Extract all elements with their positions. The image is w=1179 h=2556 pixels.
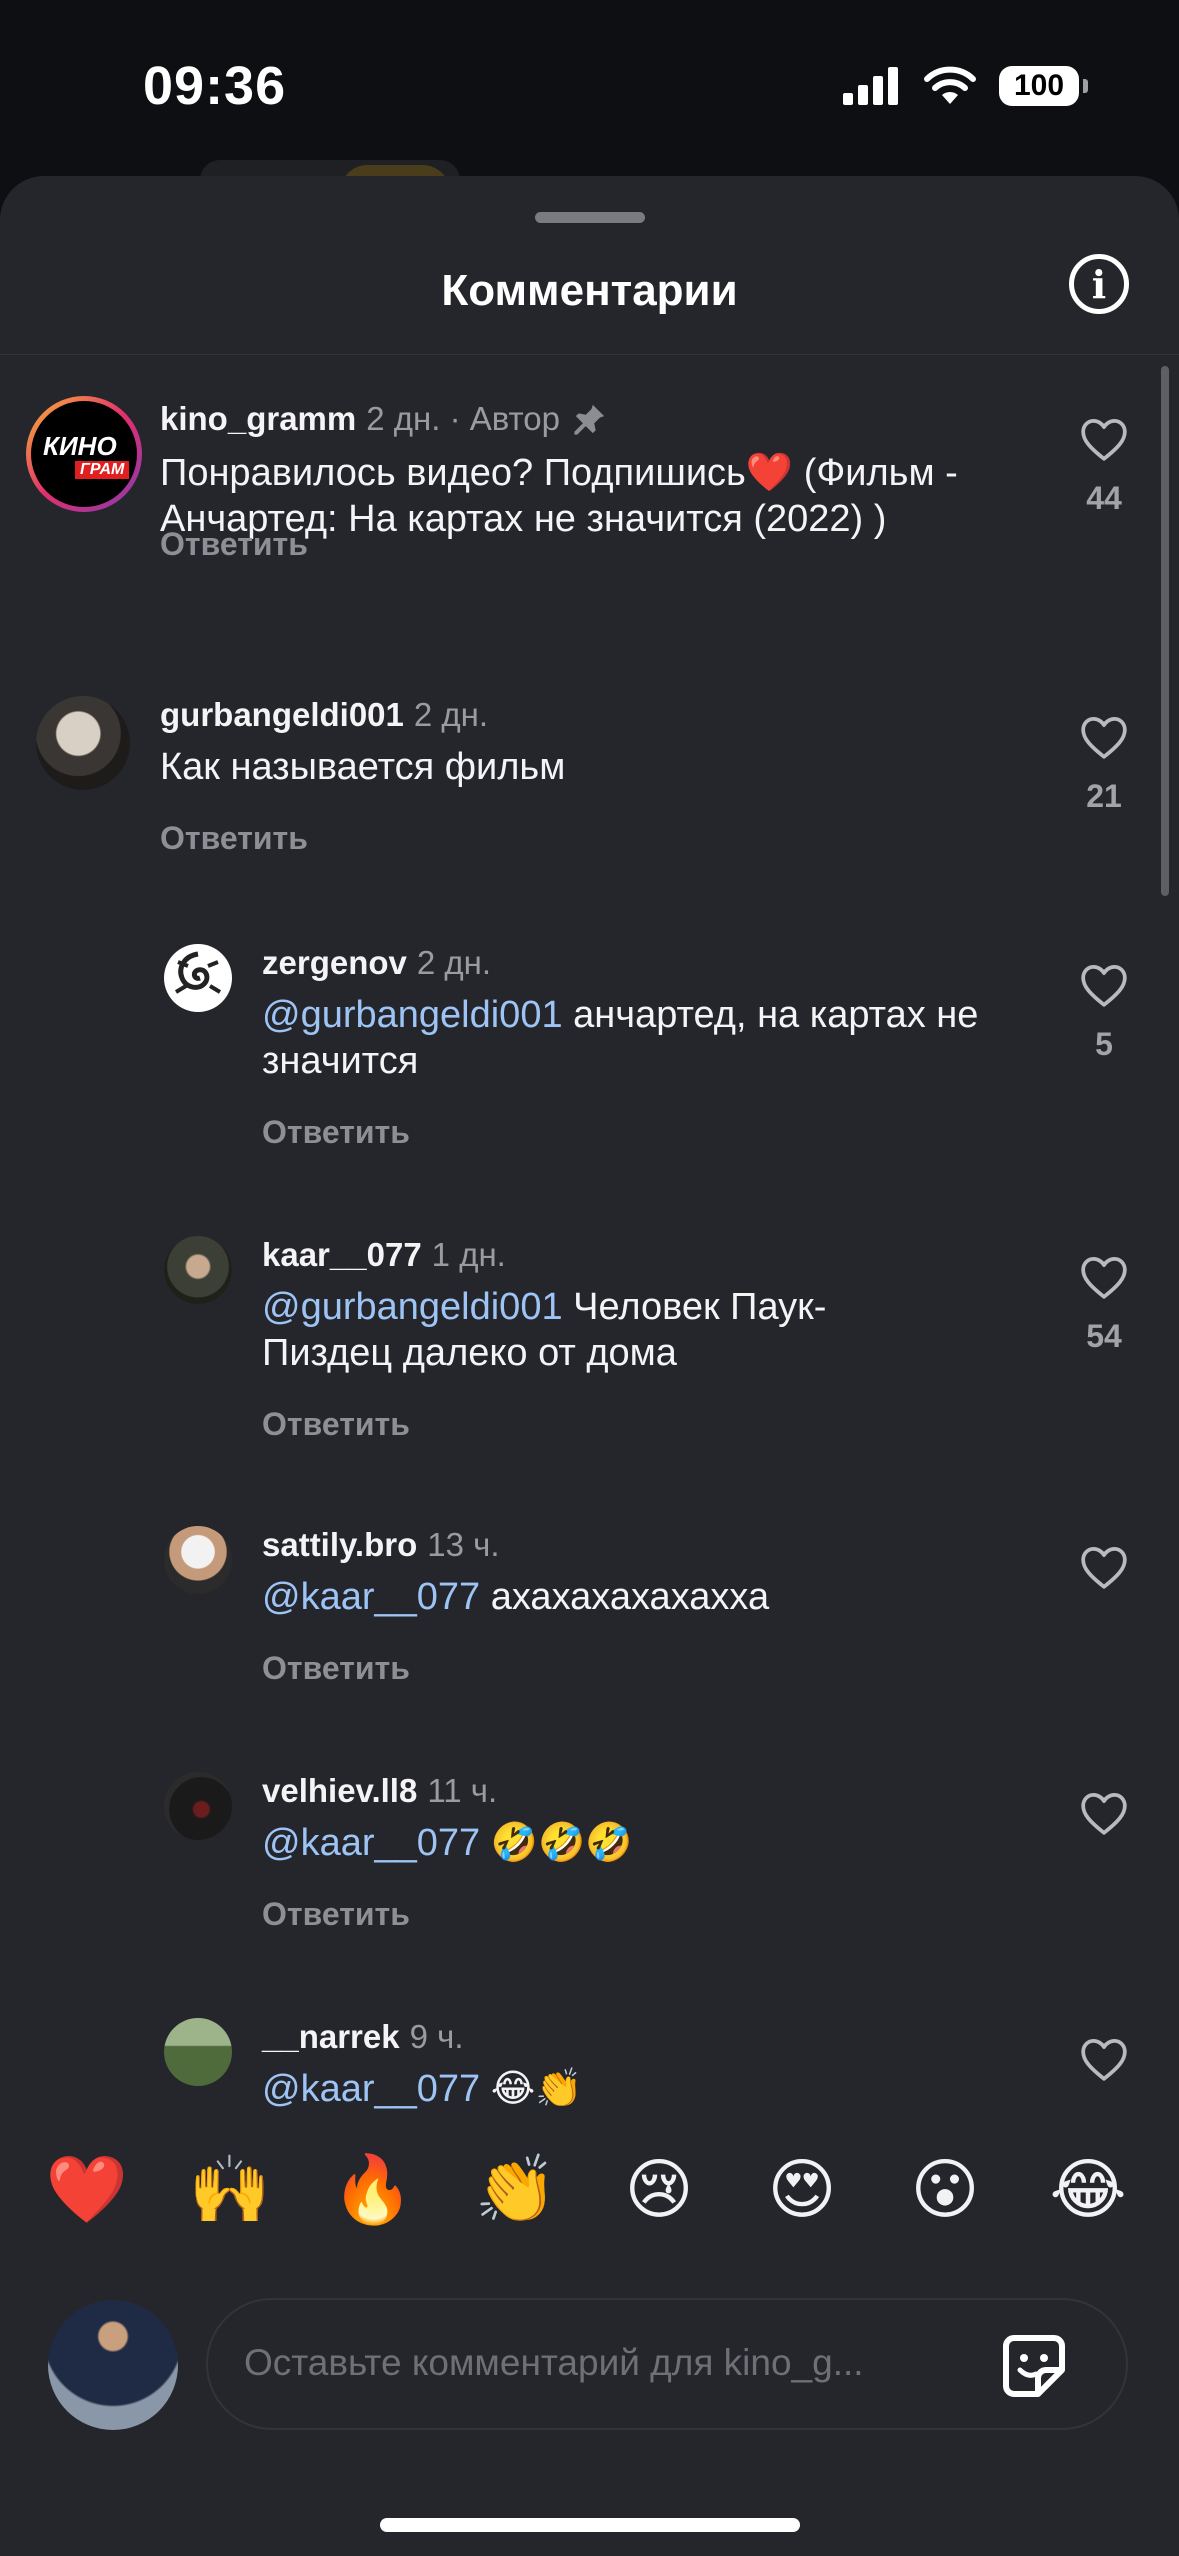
like-count: 21 xyxy=(1086,778,1122,814)
author-label: · Автор xyxy=(449,400,561,437)
heart-icon xyxy=(1081,965,1127,1007)
info-icon[interactable]: i xyxy=(1069,254,1129,314)
comment-username[interactable]: velhiev.ll8 xyxy=(262,1772,417,1809)
comments-sheet: Комментарии i КИНО ГРАМ kino_gramm 2 дн. … xyxy=(0,176,1179,2556)
avatar[interactable] xyxy=(36,696,130,790)
comment-time: 2 дн. xyxy=(416,944,492,981)
comment-time: 2 дн. xyxy=(366,400,441,437)
comment-username[interactable]: gurbangeldi001 xyxy=(160,696,404,733)
comment-meta: kino_gramm 2 дн. · Автор xyxy=(160,400,607,438)
like-count: 5 xyxy=(1095,1026,1113,1062)
emoji-heart-eyes-button[interactable]: 😍 xyxy=(757,2150,847,2230)
comment-composer: Оставьте комментарий для kino_g... xyxy=(0,2290,1179,2430)
comment-username[interactable]: __narrek xyxy=(262,2018,400,2055)
comment-meta: gurbangeldi001 2 дн. xyxy=(160,696,488,734)
comment-time: 11 ч. xyxy=(427,1772,498,1809)
wifi-icon xyxy=(924,66,976,104)
comment-text: @gurbangeldi001 анчартед, на картах не з… xyxy=(262,992,1002,1084)
like-count: 44 xyxy=(1086,480,1122,516)
status-bar: 09:36 100 xyxy=(0,0,1179,170)
avatar[interactable] xyxy=(164,944,232,1012)
scrollbar[interactable] xyxy=(1161,366,1169,896)
mention-link[interactable]: @gurbangeldi001 xyxy=(262,1286,563,1328)
emoji-quick-bar: ❤️ 🙌 🔥 👏 😢 😍 😮 😂 xyxy=(0,2116,1179,2256)
emoji-laughing-button[interactable]: 😂 xyxy=(1043,2150,1133,2230)
mention-link[interactable]: @kaar__077 xyxy=(262,2068,480,2110)
comment-body: 🤣🤣🤣 xyxy=(480,1822,633,1864)
comment-meta: sattily.bro 13 ч. xyxy=(262,1526,500,1564)
comment-username[interactable]: zergenov xyxy=(262,944,407,981)
reply-button[interactable]: Ответить xyxy=(262,1896,410,1933)
emoji-raised-hands-button[interactable]: 🙌 xyxy=(185,2150,275,2230)
avatar[interactable] xyxy=(164,1236,232,1304)
comment-time: 2 дн. xyxy=(413,696,489,733)
cellular-signal-icon xyxy=(843,67,898,105)
comment-username[interactable]: kaar__077 xyxy=(262,1236,422,1273)
avatar[interactable] xyxy=(164,1772,232,1840)
emoji-heart-button[interactable]: ❤️ xyxy=(42,2150,132,2230)
pin-icon xyxy=(574,404,605,435)
title-divider xyxy=(0,354,1179,355)
current-user-avatar[interactable] xyxy=(48,2300,178,2430)
like-button[interactable] xyxy=(1069,2036,1139,2082)
comment-time: 1 дн. xyxy=(431,1236,506,1273)
comment-text: @kaar__077 ахахахахахахха xyxy=(262,1574,1002,1620)
sheet-title: Комментарии xyxy=(441,266,738,315)
comment-username[interactable]: sattily.bro xyxy=(262,1526,417,1563)
comment-text: Как называется фильм xyxy=(160,746,566,788)
heart-icon xyxy=(1081,419,1127,461)
like-button[interactable] xyxy=(1069,1790,1139,1836)
heart-icon xyxy=(1081,1547,1127,1589)
reply-button[interactable]: Ответить xyxy=(262,1406,410,1443)
sticker-icon[interactable] xyxy=(998,2330,1070,2402)
emoji-surprised-button[interactable]: 😮 xyxy=(900,2150,990,2230)
kino-logo-text: КИНО xyxy=(43,431,117,461)
heart-icon xyxy=(1081,1257,1127,1299)
comment-meta: velhiev.ll8 11 ч. xyxy=(262,1772,497,1810)
home-indicator[interactable] xyxy=(380,2518,800,2532)
comment-input-placeholder: Оставьте комментарий для kino_g... xyxy=(244,2342,864,2383)
comment-meta: zergenov 2 дн. xyxy=(262,944,491,982)
comment-meta: __narrek 9 ч. xyxy=(262,2018,464,2056)
mention-link[interactable]: @gurbangeldi001 xyxy=(262,994,563,1036)
avatar[interactable] xyxy=(164,2018,232,2086)
comment-text: @kaar__077 🤣🤣🤣 xyxy=(262,1820,1002,1866)
comment-body: 😂👏 xyxy=(480,2068,583,2110)
emoji-crying-button[interactable]: 😢 xyxy=(614,2150,704,2230)
heart-icon xyxy=(1081,1793,1127,1835)
like-button[interactable] xyxy=(1069,1544,1139,1590)
emoji-fire-button[interactable]: 🔥 xyxy=(328,2150,418,2230)
avatar[interactable]: КИНО ГРАМ xyxy=(26,396,142,512)
heart-icon xyxy=(1081,2039,1127,2081)
comment-time: 9 ч. xyxy=(409,2018,464,2055)
mention-link[interactable]: @kaar__077 xyxy=(262,1822,480,1864)
sheet-grabber[interactable] xyxy=(535,212,645,223)
emoji-clap-button[interactable]: 👏 xyxy=(471,2150,561,2230)
like-button[interactable]: 5 xyxy=(1069,962,1139,1063)
avatar[interactable] xyxy=(164,1526,232,1594)
battery-icon: 100 xyxy=(999,66,1088,106)
like-count: 54 xyxy=(1086,1318,1122,1354)
comment-body: ахахахахахахха xyxy=(480,1576,770,1618)
comment-meta: kaar__077 1 дн. xyxy=(262,1236,506,1274)
status-time: 09:36 xyxy=(143,56,287,116)
comment-time: 13 ч. xyxy=(427,1526,500,1563)
comment-input[interactable]: Оставьте комментарий для kino_g... xyxy=(206,2298,1128,2430)
reply-button[interactable]: Ответить xyxy=(160,820,308,857)
reply-button[interactable]: Ответить xyxy=(160,526,308,563)
reply-button[interactable]: Ответить xyxy=(262,1114,410,1151)
comment-username[interactable]: kino_gramm xyxy=(160,400,356,437)
mention-link[interactable]: @kaar__077 xyxy=(262,1576,480,1618)
kino-logo-subtext: ГРАМ xyxy=(75,461,130,479)
like-button[interactable]: 54 xyxy=(1069,1254,1139,1355)
like-button[interactable]: 21 xyxy=(1069,714,1139,815)
reply-button[interactable]: Ответить xyxy=(262,1650,410,1687)
comment-text: @gurbangeldi001 Человек Паук- Пиздец дал… xyxy=(262,1284,942,1376)
heart-icon xyxy=(1081,717,1127,759)
like-button[interactable]: 44 xyxy=(1069,416,1139,517)
status-icons: 100 xyxy=(843,62,1088,110)
comment-text: @kaar__077 😂👏 xyxy=(262,2066,1002,2112)
zerg-emblem-icon xyxy=(174,951,222,994)
